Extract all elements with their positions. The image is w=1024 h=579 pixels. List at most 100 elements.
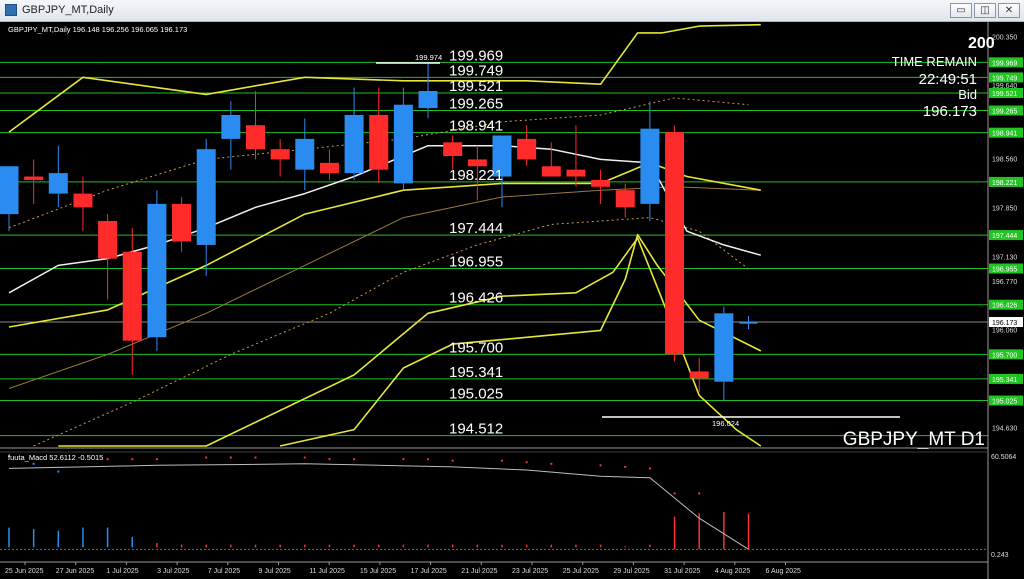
level-badge-text: 195.341 — [992, 377, 1017, 384]
high-marker-label: 199.974 — [415, 53, 442, 62]
bull-candle — [0, 166, 19, 215]
price-tick: 196.060 — [992, 328, 1017, 335]
macd-dot — [550, 462, 553, 465]
date-tick: 17 Jul 2025 — [411, 568, 447, 575]
bear-candle — [319, 162, 339, 174]
corner-value: 200 — [968, 35, 995, 52]
date-tick: 1 Jul 2025 — [106, 568, 138, 575]
bull-candle — [393, 104, 413, 184]
bull-candle — [295, 138, 315, 170]
level-badge-text: 199.521 — [992, 91, 1017, 98]
bear-candle — [566, 169, 586, 177]
bear-candle — [517, 138, 537, 160]
price-tick: 196.770 — [992, 279, 1017, 286]
macd-dot — [131, 458, 134, 461]
macd-dot — [624, 465, 627, 468]
bull-candle — [196, 149, 216, 245]
macd-dot — [229, 456, 232, 459]
macd-dot — [648, 467, 651, 470]
macd-tick: 0.243 — [991, 552, 1009, 559]
bear-candle — [615, 190, 635, 208]
restore-button[interactable]: ◫ — [974, 3, 996, 18]
price-chart[interactable]: 199.969 199.969199.749 199.749199.521 199.5… — [0, 22, 1024, 579]
level-badge-text: 197.444 — [992, 233, 1017, 240]
bear-candle — [541, 166, 561, 177]
macd-dot — [525, 461, 528, 464]
bear-candle — [122, 251, 142, 341]
macd-dot — [501, 459, 503, 462]
macd-dot — [451, 459, 454, 462]
window-title: GBPJPY_MT,Daily — [22, 4, 114, 16]
level-badge-text: 199.969 — [992, 60, 1017, 67]
bull-candle — [344, 114, 364, 174]
bear-candle — [172, 203, 192, 242]
level-badge-text: 199.265 — [992, 109, 1017, 116]
date-tick: 25 Jul 2025 — [563, 568, 599, 575]
level-label: 196.426 — [449, 290, 503, 307]
bear-candle — [369, 114, 389, 170]
date-tick: 3 Jul 2025 — [157, 568, 189, 575]
macd-dot — [402, 458, 405, 461]
macd-dot — [599, 464, 602, 467]
minimize-button[interactable]: ▭ — [950, 3, 972, 18]
close-button[interactable]: ✕ — [998, 3, 1020, 18]
date-tick: 21 Jul 2025 — [461, 568, 497, 575]
macd-dot — [155, 458, 158, 461]
date-tick: 29 Jul 2025 — [613, 568, 649, 575]
level-badge-text: 195.700 — [992, 352, 1017, 359]
macd-dot — [353, 458, 356, 461]
bear-candle — [591, 179, 611, 187]
date-tick: 15 Jul 2025 — [360, 568, 396, 575]
level-label: 199.265 — [449, 96, 503, 113]
symbol-watermark: GBPJPY_MT D1 — [843, 429, 985, 450]
date-tick: 23 Jul 2025 — [512, 568, 548, 575]
macd-dot — [106, 458, 109, 461]
level-badge-text: 196.426 — [992, 303, 1017, 310]
macd-dot — [57, 470, 60, 473]
level-badge-text: 195.025 — [992, 399, 1017, 406]
date-tick: 9 Jul 2025 — [259, 568, 291, 575]
macd-dot — [303, 456, 306, 459]
bull-candle — [48, 173, 68, 194]
level-label: 195.700 — [449, 339, 503, 356]
bear-candle — [689, 371, 709, 379]
level-label: 195.341 — [449, 364, 503, 381]
level-label: 196.955 — [449, 254, 503, 271]
level-badge-text: 198.941 — [992, 131, 1017, 138]
level-label: 194.512 — [449, 421, 503, 438]
level-label: 199.749 — [449, 62, 503, 79]
bear-candle — [467, 159, 487, 167]
macd-label: fuuta_Macd 52.6112 -0.5015 — [8, 453, 103, 462]
current-price-badge-text: 196.173 — [992, 320, 1017, 327]
bear-candle — [270, 149, 290, 160]
bull-candle — [418, 91, 438, 109]
date-tick: 6 Aug 2025 — [766, 568, 802, 575]
date-tick: 11 Jul 2025 — [309, 568, 345, 575]
bull-candle — [714, 313, 734, 382]
bear-candle — [24, 176, 44, 180]
macd-dot — [328, 458, 331, 461]
macd-dot — [32, 462, 35, 465]
level-badge-text: 198.221 — [992, 180, 1017, 187]
level-label: 199.521 — [449, 78, 503, 95]
macd-dot — [427, 458, 430, 461]
window-titlebar[interactable]: GBPJPY_MT,Daily ▭ ◫ ✕ — [0, 0, 1024, 22]
level-badge-text: 196.955 — [992, 267, 1017, 274]
bull-candle — [739, 322, 758, 324]
bear-candle — [73, 193, 93, 208]
price-tick: 197.850 — [992, 205, 1017, 212]
date-tick: 25 Jun 2025 — [5, 568, 44, 575]
bear-candle — [98, 220, 118, 259]
price-tick: 200.350 — [992, 34, 1017, 41]
bear-candle — [665, 132, 685, 355]
bid-label: Bid — [958, 87, 977, 102]
bid-value: 196.173 — [923, 103, 977, 120]
bear-candle — [443, 142, 463, 157]
level-badge-text: 199.749 — [992, 75, 1017, 82]
bull-candle — [640, 128, 660, 204]
bull-candle — [147, 203, 167, 338]
price-tick: 194.630 — [992, 426, 1017, 433]
chart-header: GBPJPY_MT,Daily 196.148 196.256 196.065 … — [8, 25, 187, 34]
level-label: 195.025 — [449, 386, 503, 403]
price-tick: 197.130 — [992, 255, 1017, 262]
